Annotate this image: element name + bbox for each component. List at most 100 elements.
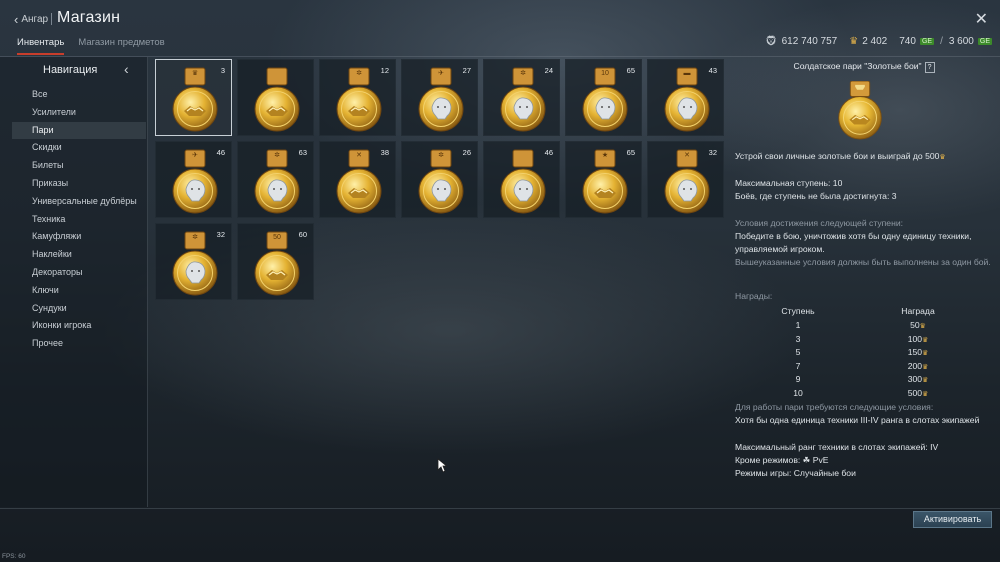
crossed-swords-icon: ✕ <box>356 152 362 159</box>
inventory-tile[interactable]: 26 ✲ <box>401 141 478 218</box>
reward-stage: 10 <box>793 387 803 398</box>
inventory-tile[interactable]: 24 ✲ <box>483 59 560 136</box>
max-stage-label: Максимальная ступень: <box>735 178 831 188</box>
nav-item-player-icons[interactable]: Иконки игрока <box>12 317 146 335</box>
title-separator <box>51 13 52 25</box>
reward-cell: 500♛ <box>873 388 963 398</box>
inventory-tile[interactable]: 32 ✲ <box>155 223 232 300</box>
req-vehicle: Хотя бы одна единица техники III-IV ранг… <box>735 415 980 425</box>
reward-stage: 3 <box>795 333 801 344</box>
inventory-tile[interactable]: 60 50 <box>237 223 314 300</box>
warbond-icon: ♛ <box>922 377 929 384</box>
cog-icon: ✲ <box>438 152 444 159</box>
back-label: Ангар <box>21 14 49 25</box>
reward-cell: 150♛ <box>873 347 963 357</box>
back-button[interactable]: ‹ Ангар <box>14 12 48 27</box>
inventory-tile[interactable]: 43 ▬ <box>647 59 724 136</box>
max-stage-row: Максимальная ступень: 10 <box>735 177 993 190</box>
page-title: Магазин <box>57 9 121 26</box>
currency-bar: 🦁︎ 612 740 757 ♛ 2 402 740 GE / 3 600 GE <box>765 36 992 47</box>
description-text: Устрой свои личные золотые бои и выиграй… <box>735 151 940 161</box>
requirements-header: Для работы пари требуются следующие усло… <box>735 402 934 412</box>
nav-item-keys[interactable]: Ключи <box>12 282 146 300</box>
wager-medal-icon <box>838 81 882 140</box>
nav-item-discounts[interactable]: Скидки <box>12 139 146 157</box>
inventory-tile[interactable]: 32 ✕ <box>647 141 724 218</box>
plane-icon: ✈ <box>438 70 444 77</box>
reward-stage: 9 <box>795 374 801 384</box>
cog-icon: ✲ <box>274 152 280 159</box>
handshake-medal-icon <box>254 67 300 132</box>
next-stage-header: Условия достижения следующей ступени: <box>735 218 904 228</box>
nav-item-backups[interactable]: Универсальные дублёры <box>12 193 146 211</box>
nav-item-wagers[interactable]: Пари <box>12 121 146 140</box>
lion-medal-icon <box>500 149 546 214</box>
tab-item-shop[interactable]: Магазин предметов <box>78 37 164 55</box>
inventory-tile[interactable]: 65 ★ <box>565 141 642 218</box>
inventory-tile[interactable]: 65 10 <box>565 59 642 136</box>
unreached-label: Боёв, где ступень не была достигнута: <box>735 191 890 201</box>
unreached-value: 3 <box>891 191 897 201</box>
nav-item-orders[interactable]: Приказы <box>12 175 146 193</box>
nav-item-decals[interactable]: Наклейки <box>12 246 146 264</box>
reward-cell: 100♛ <box>873 334 963 344</box>
nav-item-decorators[interactable]: Декораторы <box>12 264 146 282</box>
rewards-header: Награды: <box>735 291 773 301</box>
cog-icon: ✲ <box>520 70 526 77</box>
inventory-tile[interactable]: 12 ✲ <box>319 59 396 136</box>
warbond-icon: ♛ <box>922 390 929 398</box>
req-max-rank: Максимальный ранг техники в слотах экипа… <box>735 442 939 452</box>
req-except-modes: Кроме режимов: ☘ PvE <box>735 455 829 465</box>
ten-icon: 10 <box>601 70 609 77</box>
inventory-tile[interactable]: 27 ✈ <box>401 59 478 136</box>
tank-icon: ▬ <box>683 70 691 77</box>
golden-eagles-amount: 740 <box>899 36 916 47</box>
inventory-tile[interactable]: 46 ✈ <box>155 141 232 218</box>
warbonds-amount: 2 402 <box>862 36 888 47</box>
inventory-tile[interactable]: 3 ♛ <box>155 59 232 136</box>
golden-eagles-icon: GE <box>919 38 935 45</box>
nav-item-vehicles[interactable]: Техника <box>12 211 146 229</box>
reward-amount: 300 <box>907 374 923 384</box>
unreached-row: Боёв, где ступень не была достигнута: 3 <box>735 190 993 203</box>
inventory-grid: 3 ♛ 12 ✲ 27 ✈ 24 ✲ 65 10 43 ▬ 46 ✈ 63 ✲ 38 ✕ 26 ✲ 46 65 ★ 32 ✕ 32… <box>155 59 725 509</box>
inventory-tile[interactable]: 63 ✲ <box>237 141 314 218</box>
wager-description: Устрой свои личные золотые бои и выиграй… <box>735 150 993 165</box>
reward-cell: 300♛ <box>873 374 963 384</box>
reward-amount: 100 <box>907 333 923 344</box>
req-game-modes: Режимы игры: Случайные бои <box>735 468 856 478</box>
nav-item-all[interactable]: Все <box>12 86 146 104</box>
nav-item-camouflages[interactable]: Камуфляжи <box>12 228 146 246</box>
nav-item-other[interactable]: Прочее <box>12 335 146 353</box>
inventory-tile[interactable] <box>237 59 314 136</box>
nav-item-boosters[interactable]: Усилители <box>12 104 146 122</box>
warbond-icon: ♛ <box>922 363 929 371</box>
close-icon[interactable]: ✕ <box>975 9 988 29</box>
inventory-tile[interactable]: 38 ✕ <box>319 141 396 218</box>
help-icon[interactable]: ? <box>924 62 935 73</box>
nav-item-tickets[interactable]: Билеты <box>12 157 146 175</box>
tab-inventory[interactable]: Инвентарь <box>17 37 65 55</box>
warbonds-icon: ♛ <box>849 36 859 47</box>
cog-icon: ✲ <box>356 70 362 77</box>
activate-button[interactable]: Активировать <box>913 511 992 528</box>
reward-amount: 200 <box>907 360 923 371</box>
silver-lions-amount: 612 740 757 <box>781 36 838 47</box>
mouse-cursor-icon <box>437 458 447 473</box>
crown-icon: ♛ <box>191 70 199 77</box>
warbond-icon: ♛ <box>939 154 946 161</box>
nav-item-chests[interactable]: Сундуки <box>12 300 146 318</box>
details-panel: Солдатское пари "Золотые бои"? Устрой св… <box>733 57 995 507</box>
inventory-tile[interactable]: 46 <box>483 141 560 218</box>
next-stage-note: Вышеуказанные условия должны быть выполн… <box>735 257 991 267</box>
item-count: 3 <box>220 66 225 75</box>
reward-amount: 150 <box>907 347 923 357</box>
reward-amount: 500 <box>907 387 923 398</box>
currency-slash: / <box>940 36 943 47</box>
tab-bar: Инвентарь Магазин предметов <box>17 37 165 55</box>
navigation-list: Все Усилители Пари Скидки Билеты Приказы… <box>12 86 146 353</box>
plane-icon: ✈ <box>192 152 198 159</box>
wager-title: Солдатское пари "Золотые бои"? <box>733 61 995 73</box>
collapse-sidebar-icon[interactable]: ‹ <box>124 61 129 77</box>
fifty-icon: 50 <box>273 234 281 241</box>
